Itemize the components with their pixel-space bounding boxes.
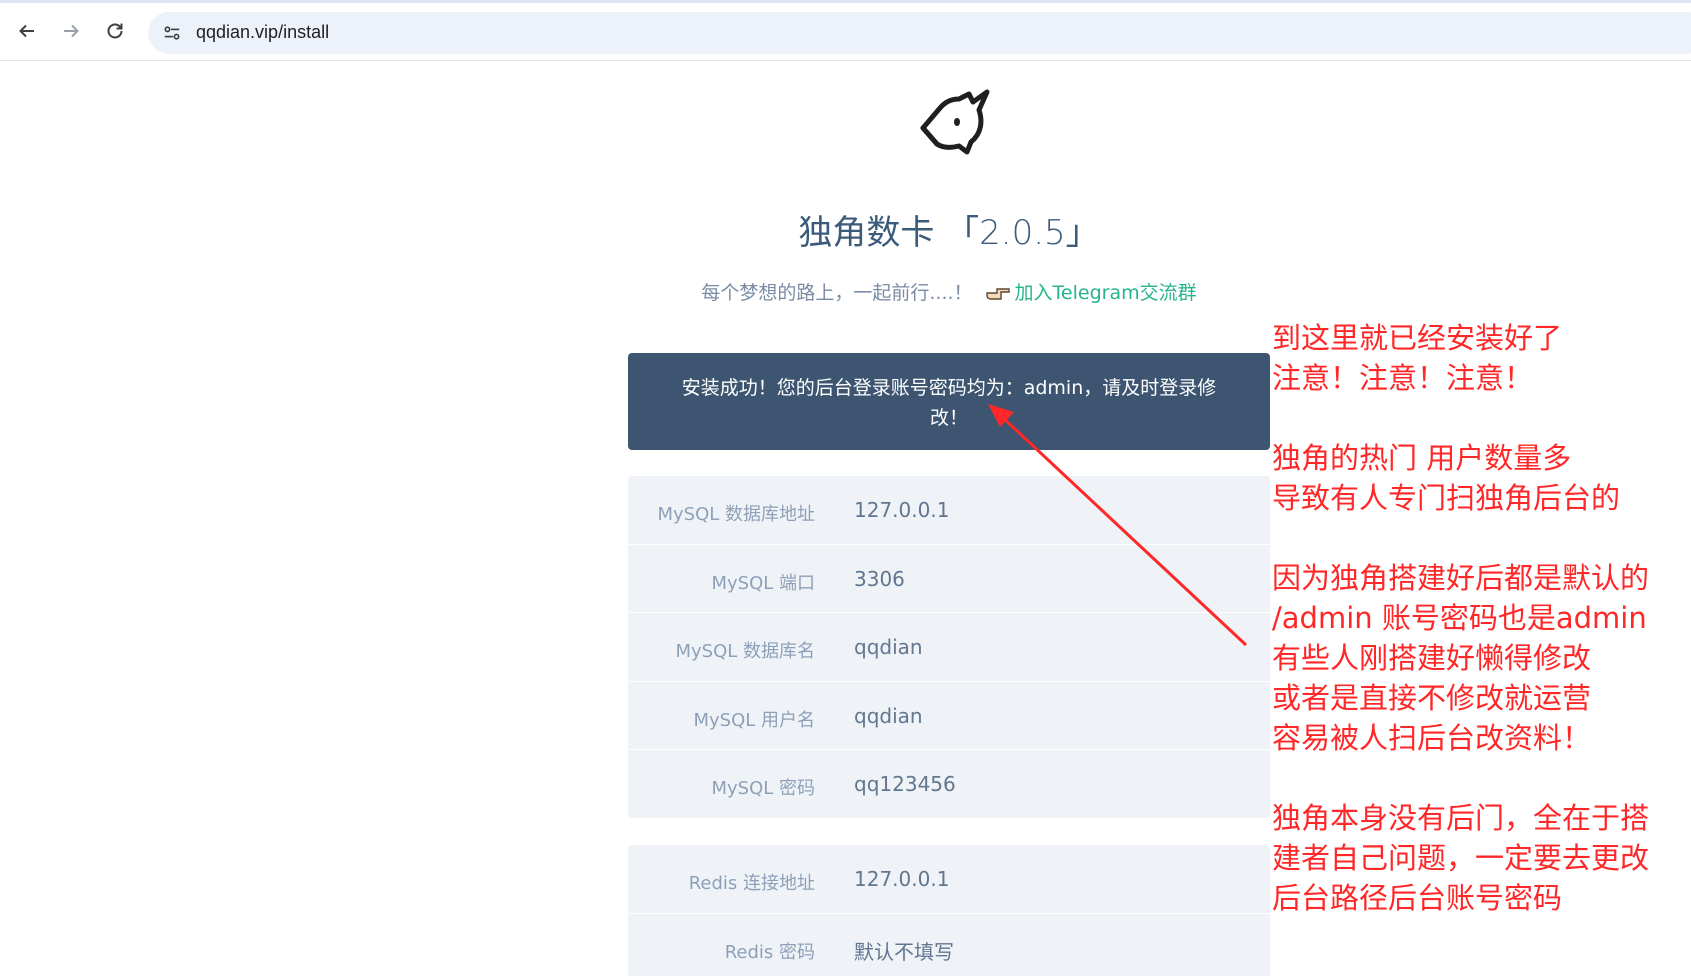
back-button[interactable] — [12, 16, 42, 46]
reload-icon — [107, 23, 123, 39]
config-value: 默认不填写 — [854, 939, 954, 964]
config-label: MySQL 数据库名 — [675, 641, 815, 662]
config-value: 127.0.0.1 — [854, 867, 950, 891]
config-label: MySQL 密码 — [711, 778, 815, 799]
config-value: qq123456 — [854, 772, 956, 796]
note-line: 因为独角搭建好后都是默认的 — [1272, 561, 1650, 595]
config-label: MySQL 数据库地址 — [657, 504, 815, 525]
redis-config-card: Redis 连接地址 127.0.0.1 Redis 密码 默认不填写 — [628, 845, 1270, 976]
config-label: MySQL 端口 — [711, 572, 815, 594]
config-value: 3306 — [854, 566, 905, 591]
note-line: 或者是直接不修改就运营 — [1272, 681, 1592, 715]
pointing-hand-icon — [985, 288, 1010, 300]
note-line: 独角本身没有后门，全在于搭 — [1272, 801, 1650, 835]
config-row: MySQL 用户名 qqdian — [628, 682, 1270, 750]
note-line: /admin 账号密码也是admin — [1272, 601, 1647, 635]
arrow-left-icon — [19, 24, 34, 38]
subtitle-line: 每个梦想的路上，一起前行....！ 加入Telegram交流群 — [0, 278, 1691, 305]
note-paragraph: 独角本身没有后门，全在于搭 建者自己问题，一定要去更改 后台路径后台账号密码 — [1272, 798, 1687, 918]
note-line: 导致有人专门扫独角后台的 — [1272, 481, 1621, 515]
config-row: MySQL 端口 3306 — [628, 545, 1270, 613]
note-line: 到这里就已经安装好了 — [1272, 321, 1563, 355]
subtitle-text: 每个梦想的路上，一起前行....！ — [701, 282, 973, 304]
page-title: 独角数卡 「2.0.5」 — [798, 213, 1100, 253]
config-label: Redis 连接地址 — [688, 873, 815, 894]
telegram-group-link[interactable]: 加入Telegram交流群 — [1015, 282, 1197, 304]
config-row: MySQL 数据库名 qqdian — [628, 613, 1270, 682]
forward-button[interactable] — [56, 16, 86, 46]
config-row: MySQL 数据库地址 127.0.0.1 — [628, 476, 1270, 545]
arrow-right-icon — [64, 24, 79, 38]
site-info-button[interactable] — [160, 21, 184, 45]
browser-toolbar: qqdian.vip/install — [0, 3, 1691, 61]
note-line: 注意！注意！注意！ — [1272, 361, 1534, 395]
config-value: qqdian — [854, 635, 923, 659]
url-text[interactable]: qqdian.vip/install — [196, 22, 329, 43]
config-row: Redis 密码 默认不填写 — [628, 914, 1270, 976]
config-value: 127.0.0.1 — [854, 498, 950, 522]
install-success-banner: 安装成功！您的后台登录账号密码均为：admin，请及时登录修改！ — [628, 353, 1270, 450]
config-value: qqdian — [854, 703, 923, 728]
note-paragraph: 到这里就已经安装好了 注意！注意！注意！ — [1272, 318, 1687, 398]
note-paragraph: 独角的热门 用户数量多 导致有人专门扫独角后台的 — [1272, 438, 1687, 518]
mysql-config-card: MySQL 数据库地址 127.0.0.1 MySQL 端口 3306 MySQL … — [628, 476, 1270, 818]
note-line: 独角的热门 用户数量多 — [1272, 441, 1572, 475]
config-label: MySQL 用户名 — [693, 709, 815, 731]
note-line: 有些人刚搭建好懒得修改 — [1272, 641, 1592, 675]
note-paragraph: 因为独角搭建好后都是默认的 /admin 账号密码也是admin 有些人刚搭建好… — [1272, 558, 1687, 758]
config-label: Redis 密码 — [724, 941, 815, 963]
config-row: Redis 连接地址 127.0.0.1 — [628, 845, 1270, 914]
note-line: 容易被人扫后台改资料！ — [1272, 721, 1592, 755]
unicorn-logo-icon — [920, 89, 990, 155]
tune-icon — [164, 26, 180, 40]
note-line: 建者自己问题，一定要去更改 — [1272, 841, 1650, 875]
note-line: 后台路径后台账号密码 — [1272, 881, 1563, 915]
annotation-note: 到这里就已经安装好了 注意！注意！注意！ 独角的热门 用户数量多 导致有人专门扫… — [1272, 318, 1687, 958]
config-row: MySQL 密码 qq123456 — [628, 750, 1270, 819]
reload-button[interactable] — [100, 16, 130, 46]
address-bar[interactable]: qqdian.vip/install — [148, 12, 1691, 54]
